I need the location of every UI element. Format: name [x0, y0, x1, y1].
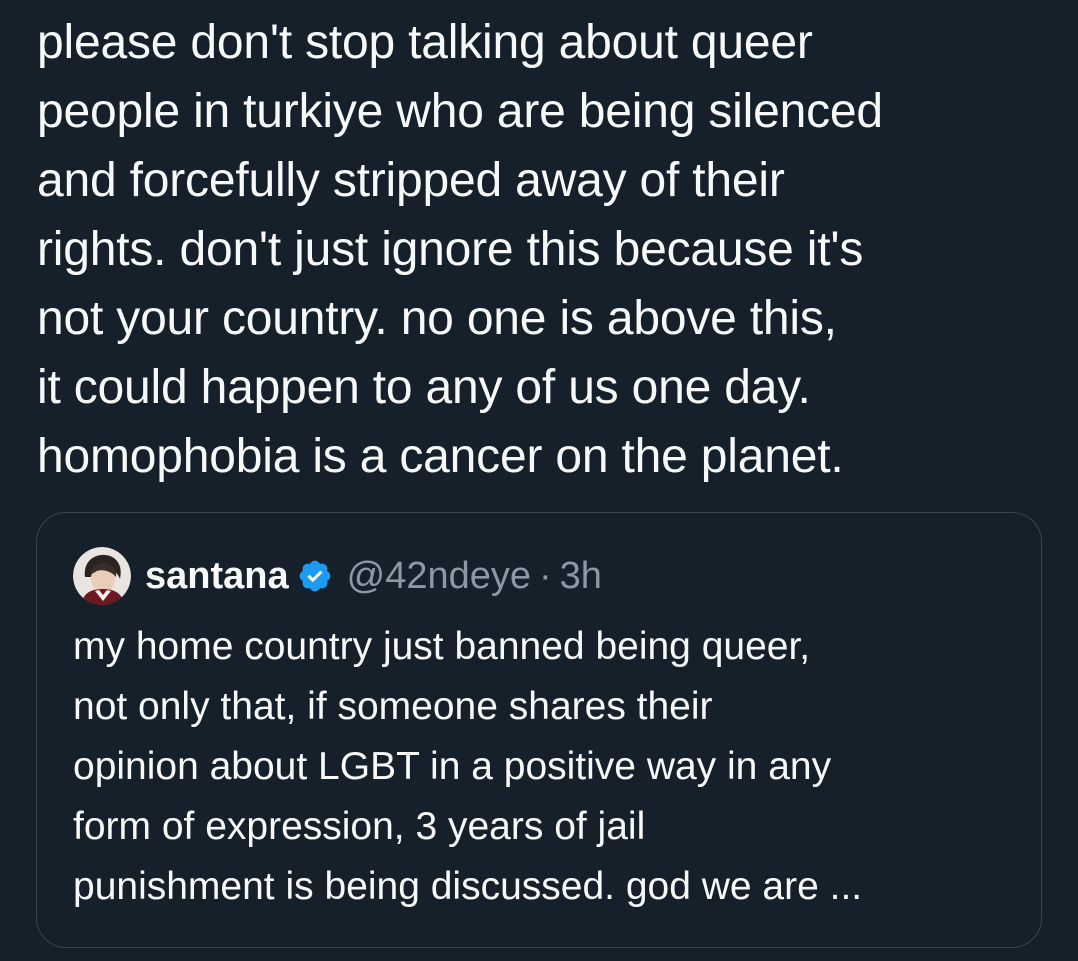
timestamp[interactable]: 3h: [560, 555, 602, 598]
quoted-text-line: opinion about LGBT in a positive way in …: [73, 745, 832, 788]
tweet-text-line: it could happen to any of us one day.: [37, 361, 811, 414]
quoted-author-handle[interactable]: @42ndeye: [347, 555, 531, 598]
tweet-text-line: homophobia is a cancer on the planet.: [37, 430, 844, 483]
separator-dot: ·: [539, 554, 552, 597]
quoted-tweet-header: santana @42ndeye · 3h: [73, 547, 602, 605]
tweet-text-line: rights. don't just ignore this because i…: [37, 223, 864, 276]
tweet-text-line: and forcefully stripped away of their: [37, 154, 785, 207]
quoted-tweet-card[interactable]: santana @42ndeye · 3h my home country ju…: [36, 512, 1042, 948]
avatar-image: [73, 547, 131, 605]
quoted-text-line: my home country just banned being queer,: [73, 625, 811, 668]
tweet-text-line: people in turkiye who are being silenced: [37, 85, 883, 138]
tweet-text-line: please don't stop talking about queer: [37, 16, 813, 69]
quoted-text-line: punishment is being discussed. god we ar…: [73, 865, 863, 908]
verified-badge-icon: [299, 560, 330, 592]
quoted-text-line: not only that, if someone shares their: [73, 685, 713, 728]
quoted-text-line: form of expression, 3 years of jail: [73, 805, 646, 848]
quoted-tweet-text: my home country just banned being queer,…: [73, 617, 1033, 917]
tweet-text: please don't stop talking about queer pe…: [37, 8, 1057, 491]
avatar[interactable]: [73, 547, 131, 605]
tweet-text-line: not your country. no one is above this,: [37, 292, 837, 345]
quoted-author-name[interactable]: santana: [145, 555, 289, 598]
